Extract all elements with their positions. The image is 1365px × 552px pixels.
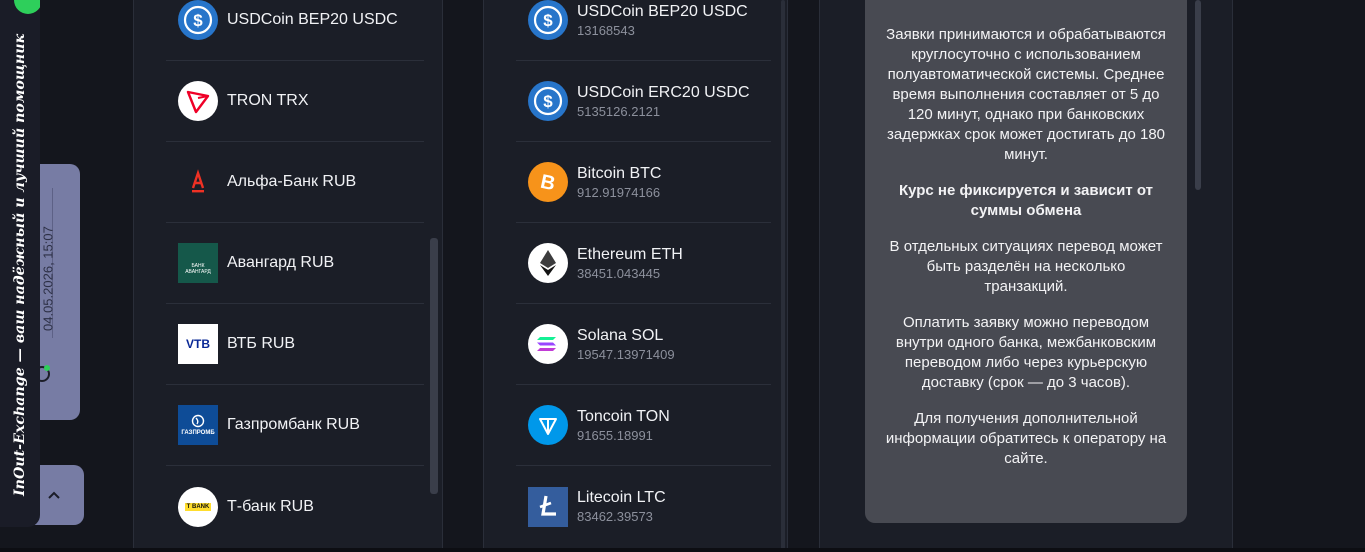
- currency-reserve: 91655.18991: [577, 427, 653, 443]
- currency-name: Bitcoin BTC: [577, 164, 662, 182]
- currency-name: USDCoin ERC20 USDC: [577, 83, 750, 101]
- bitcoin-icon: B: [528, 162, 568, 202]
- vtb-label: VTB: [186, 337, 210, 351]
- brand-slogan: InOut-Exchange — ваш надёжный и лучший п…: [12, 33, 28, 497]
- litecoin-icon: [528, 486, 568, 527]
- vtb-icon: VTB: [178, 324, 218, 364]
- get-list-scrollbar[interactable]: [781, 0, 785, 552]
- give-currency-panel: $ USDCoin BEP20 USDC TRON TRX Альфа-Банк…: [133, 0, 443, 552]
- rules-paragraph: Оплатить заявку можно переводом внутри о…: [895, 314, 1157, 391]
- currency-name: Toncoin TON: [577, 407, 670, 425]
- rules-paragraph: В отдельных ситуациях перевод может быть…: [889, 238, 1163, 295]
- toncoin-icon: [528, 405, 568, 445]
- get-item-bitcoin[interactable]: B Bitcoin BTC 912.91974166: [516, 142, 771, 223]
- give-item-usdc-bep20[interactable]: $ USDCoin BEP20 USDC: [166, 0, 424, 61]
- usdc-icon: $: [528, 81, 568, 121]
- give-item-avangard[interactable]: БАНК АВАНГАРД Авангард RUB: [166, 223, 424, 304]
- currency-reserve: 83462.39573: [577, 509, 653, 524]
- get-item-toncoin[interactable]: Toncoin TON 91655.18991: [516, 385, 771, 466]
- solana-icon: [528, 324, 568, 364]
- svg-text:$: $: [193, 11, 203, 30]
- svg-text:$: $: [543, 11, 553, 30]
- online-dot: [44, 365, 50, 371]
- currency-name: USDCoin BEP20 USDC: [227, 11, 398, 28]
- currency-name: Авангард RUB: [227, 254, 335, 271]
- alfa-bank-icon: [178, 162, 218, 202]
- currency-reserve: 5135126.2121: [577, 103, 661, 119]
- currency-name: Solana SOL: [577, 326, 664, 344]
- give-item-alfa[interactable]: Альфа-Банк RUB: [166, 142, 424, 223]
- gazprom-label: ГАЗПРОМБ: [181, 430, 215, 436]
- currency-reserve: 19547.13971409: [577, 346, 675, 362]
- gazprombank-icon: ГАЗПРОМБ: [178, 405, 218, 445]
- currency-name: Litecoin LTC: [577, 489, 666, 506]
- get-item-solana[interactable]: Solana SOL 19547.13971409: [516, 304, 771, 385]
- rules-paragraph: Для получения дополнительной информации …: [885, 410, 1167, 467]
- give-item-gazprombank[interactable]: ГАЗПРОМБ Газпромбанк RUB: [166, 385, 424, 466]
- bottom-edge: [0, 548, 1365, 552]
- get-item-usdc-bep20[interactable]: $ USDCoin BEP20 USDC 13168543: [516, 0, 771, 61]
- currency-name: USDCoin BEP20 USDC: [577, 2, 748, 20]
- give-item-tbank[interactable]: T BANK Т-банк RUB: [166, 466, 424, 547]
- get-currency-panel: $ USDCoin BEP20 USDC 13168543 $ USDCoin …: [483, 0, 788, 552]
- currency-reserve: 38451.043445: [577, 265, 661, 281]
- give-list-scrollbar[interactable]: [430, 238, 438, 494]
- currency-reserve: 912.91974166: [577, 184, 661, 200]
- usdc-icon: $: [178, 0, 218, 40]
- svg-text:$: $: [543, 92, 553, 111]
- tbank-icon: T BANK: [178, 486, 218, 527]
- get-item-ethereum[interactable]: Ethereum ETH 38451.043445: [516, 223, 771, 304]
- currency-name: Альфа-Банк RUB: [227, 173, 357, 190]
- tron-icon: [178, 81, 218, 121]
- avangard-label: БАНК АВАНГАРД: [185, 263, 211, 275]
- ethereum-icon: [528, 243, 568, 283]
- info-scrollbar[interactable]: [1195, 0, 1201, 190]
- currency-name: Т-банк RUB: [227, 497, 314, 515]
- rules-paragraph: Заявки принимаются и обрабатываются круг…: [886, 26, 1166, 163]
- brand-banner: InOut-Exchange — ваш надёжный и лучший п…: [0, 0, 40, 527]
- give-item-tron[interactable]: TRON TRX: [166, 61, 424, 142]
- currency-name: ВТБ RUB: [227, 335, 296, 352]
- exchange-rules-card: Заявки принимаются и обрабатываются круг…: [865, 0, 1187, 523]
- avangard-icon: БАНК АВАНГАРД: [178, 243, 218, 283]
- currency-reserve: 13168543: [577, 22, 635, 38]
- currency-name: TRON TRX: [227, 92, 309, 109]
- currency-name: Газпромбанк RUB: [227, 416, 360, 433]
- tbank-label: T BANK: [184, 502, 212, 511]
- get-item-usdc-erc20[interactable]: $ USDCoin ERC20 USDC 5135126.2121: [516, 61, 771, 142]
- currency-name: Ethereum ETH: [577, 245, 683, 263]
- give-item-vtb[interactable]: VTB ВТБ RUB: [166, 304, 424, 385]
- get-item-litecoin[interactable]: Litecoin LTC 83462.39573: [516, 466, 771, 547]
- datetime-label: 04.05.2026, 15:07: [40, 226, 56, 332]
- rules-paragraph-rate: Курс не фиксируется и зависит от суммы о…: [898, 182, 1154, 219]
- usdc-icon: $: [528, 0, 568, 40]
- chevron-up-icon: [48, 491, 60, 499]
